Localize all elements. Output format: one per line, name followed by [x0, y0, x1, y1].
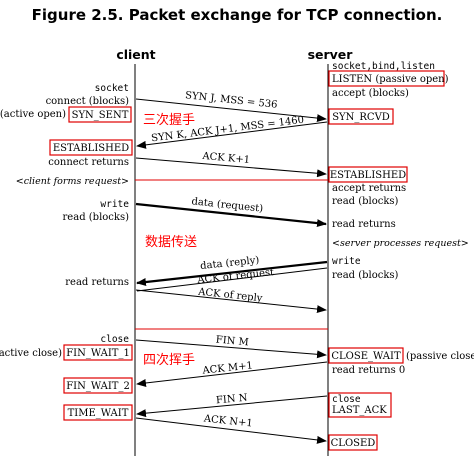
diagram-svg: Figure 2.5. Packet exchange for TCP conn…: [0, 6, 474, 456]
read-returns-0-label: read returns 0: [332, 365, 405, 376]
figure-title: Figure 2.5. Packet exchange for TCP conn…: [32, 6, 443, 24]
client-established-state: ESTABLISHED: [53, 143, 129, 154]
ack-of-reply-label: ACK of reply: [197, 287, 264, 305]
accept-blocks-label: accept (blocks): [332, 88, 409, 99]
tcp-diagram: Figure 2.5. Packet exchange for TCP conn…: [0, 0, 474, 459]
active-open-label: (active open): [0, 109, 66, 120]
listen-state: LISTEN (passive open): [332, 74, 449, 85]
three-way-handshake-annotation: 三次握手: [143, 112, 195, 128]
syn-rcvd-state: SYN_RCVD: [332, 112, 390, 123]
passive-open-label: (passive open): [375, 74, 448, 85]
syn-j-label: SYN J, MSS = 536: [185, 90, 278, 111]
client-socket-label: socket: [95, 83, 129, 94]
server-read-blocks-label: read (blocks): [332, 196, 399, 207]
ack-m-label: ACK M+1: [201, 360, 253, 376]
data-transfer-annotation: 数据传送: [145, 235, 197, 250]
active-close-label: (active close): [0, 348, 62, 359]
close-wait-state: CLOSE_WAIT: [331, 351, 401, 362]
client-header: client: [116, 47, 155, 62]
connect-returns-label: connect returns: [48, 157, 129, 168]
server-write-label: write: [332, 256, 361, 267]
client-forms-request-label: <client forms request>: [16, 176, 129, 187]
fin-wait-2-state: FIN_WAIT_2: [66, 381, 130, 392]
server-processes-request-label: <server processes request>: [332, 238, 469, 249]
client-close-label: close: [100, 334, 129, 345]
server-close-label: close: [332, 394, 361, 405]
fin-wait-1-state: FIN_WAIT_1: [66, 348, 130, 359]
listen-state-text: LISTEN: [332, 74, 372, 85]
four-way-wave-annotation: 四次挥手: [143, 352, 195, 368]
client-connect-label: connect (blocks): [46, 96, 130, 107]
server-socket-bind-listen-label: socket,bind,listen: [332, 61, 435, 72]
server-header: server: [308, 47, 354, 62]
server-read-returns-label: read returns: [332, 219, 396, 230]
client-write-label: write: [100, 199, 129, 210]
passive-close-label: (passive close): [406, 351, 474, 362]
server-read-blocks-2-label: read (blocks): [332, 270, 399, 281]
closed-state: CLOSED: [331, 438, 376, 449]
client-read-blocks-label: read (blocks): [63, 212, 130, 223]
last-ack-state: LAST_ACK: [332, 405, 387, 416]
time-wait-state: TIME_WAIT: [68, 408, 129, 419]
client-read-returns-label: read returns: [65, 277, 129, 288]
accept-returns-label: accept returns: [332, 183, 406, 194]
syn-sent-state: SYN_SENT: [72, 110, 129, 121]
server-established-state: ESTABLISHED: [330, 170, 406, 181]
